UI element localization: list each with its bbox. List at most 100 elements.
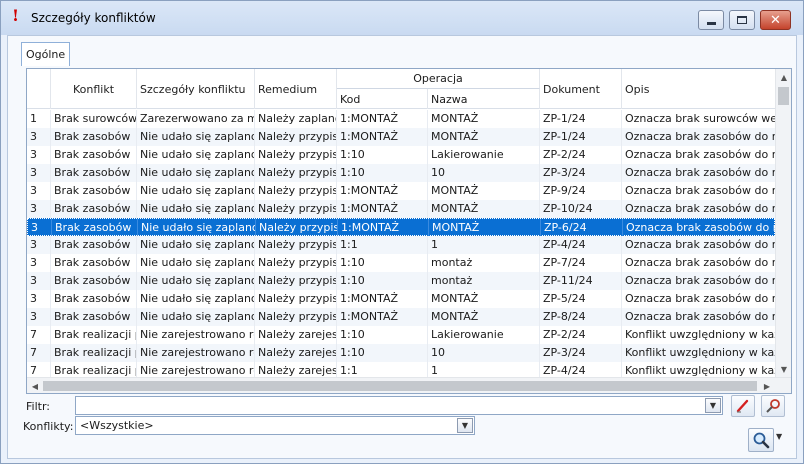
row-dokument: ZP-4/24 [540,236,622,254]
filter-options-icon [766,399,780,413]
konflikty-value: <Wszystkie> [80,419,154,432]
table-row[interactable]: 3Brak zasobówNie udało się zaplanowaNale… [27,200,775,218]
table-row[interactable]: 1 Brak surowców Zarezerwowano za mał Należy… [27,110,775,128]
close-button[interactable]: ✕ [760,10,791,30]
row-szczegoly: Nie udało się zaplanowa [137,254,255,272]
row-szczegoly: Zarezerwowano za mał [137,110,255,128]
row-nazwa: MONTAŻ [429,219,541,237]
row-remedium: Należy przypisać [255,236,337,254]
row-kod: 1:10 [337,146,428,164]
row-kod: 1:MONTAŻ [338,219,429,237]
search-dropdown-icon[interactable]: ▼ [776,432,782,441]
row-nazwa: 1 [428,236,540,254]
scroll-up-icon[interactable]: ▲ [776,69,792,85]
tab-ogolne[interactable]: Ogólne [21,42,71,66]
filter-options-button[interactable] [761,395,785,417]
window-title: Szczegóły konfliktów [31,11,156,25]
table-row[interactable]: 3Brak zasobówNie udało się zaplanowaNale… [27,236,775,254]
table-row[interactable]: 3Brak zasobówNie udało się zaplanowaNale… [27,290,775,308]
table-row[interactable]: 7Brak realizacji poNie zarejestrowano re… [27,326,775,344]
row-konflikt: Brak zasobów [51,146,137,164]
table-row[interactable]: 3Brak zasobówNie udało się zaplanowaNale… [27,128,775,146]
row-kod: 1:MONTAŻ [337,308,428,326]
konflikty-dropdown-button[interactable]: ▼ [457,418,473,433]
scroll-down-icon[interactable]: ▼ [776,361,792,377]
minimize-icon [706,21,716,25]
horizontal-scrollbar[interactable]: ◀ ▶ [27,377,791,393]
row-number: 3 [27,164,51,182]
grid-rows: 1 Brak surowców Zarezerwowano za mał Należy… [27,110,775,378]
header-konflikt[interactable]: Konflikt [51,69,137,109]
table-row[interactable]: 3Brak zasobówNie udało się zaplanowaNale… [27,182,775,200]
row-opis: Oznacza brak zasobów do rea [625,274,775,287]
row-nazwa: Lakierowanie [428,146,540,164]
header-dokument[interactable]: Dokument [540,69,622,109]
maximize-button[interactable] [729,10,755,30]
magnifier-icon [753,432,770,449]
window-body: Ogólne Konflikt Szczegóły konfliktu Reme… [7,35,797,459]
row-dokument: ZP-7/24 [540,254,622,272]
table-row[interactable]: 3Brak zasobówNie udało się zaplanowaNale… [27,308,775,326]
row-dokument: ZP-8/24 [540,308,622,326]
row-szczegoly: Nie udało się zaplanowa [137,182,255,200]
table-row[interactable]: 3Brak zasobówNie udało się zaplanowaNale… [27,146,775,164]
header-opis[interactable]: Opis [622,69,775,109]
row-szczegoly: Nie udało się zaplanowa [137,200,255,218]
header-operacja: Operacja [337,69,540,89]
header-remedium[interactable]: Remedium [255,69,337,109]
row-konflikt: Brak surowców [51,110,137,128]
horizontal-scroll-thumb[interactable] [43,381,757,391]
table-row[interactable]: 3Brak zasobówNie udało się zaplanowaNale… [27,254,775,272]
konflikty-label: Konflikty: [23,420,74,433]
scroll-right-icon[interactable]: ▶ [759,378,775,394]
header-kod[interactable]: Kod [337,89,428,109]
filter-input[interactable]: ▼ [75,396,723,415]
row-konflikt: Brak realizacji po [51,362,137,378]
row-szczegoly: Nie udało się zaplanowa [137,290,255,308]
row-szczegoly: Nie zarejestrowano real [137,344,255,362]
row-kod: 1:10 [337,272,428,290]
clear-filter-icon [736,399,749,413]
table-row[interactable]: 7Brak realizacji poNie zarejestrowano re… [27,344,775,362]
table-row[interactable]: 3Brak zasobówNie udało się zaplanowaNale… [27,218,775,237]
row-szczegoly: Nie udało się zaplanowa [138,219,256,237]
row-opis: Konflikt uwzględniony w każdy [625,364,775,377]
konflikty-select[interactable]: <Wszystkie> ▼ [75,416,475,435]
row-opis: Oznacza brak zasobów do rea [625,292,775,305]
header-nazwa[interactable]: Nazwa [428,89,540,109]
vertical-scrollbar[interactable]: ▲ ▼ [775,69,791,377]
row-kod: 1:MONTAŻ [337,182,428,200]
row-dokument: ZP-5/24 [540,290,622,308]
row-remedium: Należy zaplanow [255,110,337,128]
row-opis: Oznacza brak zasobów do rea [625,310,775,323]
row-nazwa: MONTAŻ [428,308,540,326]
chevron-down-icon: ▼ [709,401,717,410]
table-row[interactable]: 3Brak zasobówNie udało się zaplanowaNale… [27,272,775,290]
row-nazwa: montaż [428,272,540,290]
header-num[interactable] [27,69,51,109]
filter-dropdown-button[interactable]: ▼ [705,398,721,413]
row-nazwa: MONTAŻ [428,200,540,218]
table-row[interactable]: 3Brak zasobówNie udało się zaplanowaNale… [27,164,775,182]
row-kod: 1:10 [337,326,428,344]
row-konflikt: Brak realizacji po [51,326,137,344]
row-number: 3 [27,290,51,308]
row-dokument: ZP-11/24 [540,272,622,290]
row-nazwa: 1 [428,362,540,378]
row-opis: Oznacza brak zasobów do rea [625,184,775,197]
search-button[interactable] [748,428,774,452]
table-row[interactable]: 7Brak realizacji poNie zarejestrowano re… [27,362,775,378]
row-konflikt: Brak zasobów [51,308,137,326]
row-nazwa: MONTAŻ [428,290,540,308]
title-bar[interactable]: ! Szczegóły konfliktów ✕ [1,1,803,35]
clear-filter-button[interactable] [731,395,755,417]
filter-label: Filtr: [26,400,50,413]
row-szczegoly: Nie udało się zaplanowa [137,308,255,326]
row-number: 3 [27,308,51,326]
row-number: 3 [27,236,51,254]
vertical-scroll-thumb[interactable] [778,87,789,105]
row-opis: Konflikt uwzględniony w każdy [625,346,775,359]
minimize-button[interactable] [698,10,724,30]
scroll-left-icon[interactable]: ◀ [27,378,43,394]
header-szczegoly[interactable]: Szczegóły konfliktu [137,69,255,109]
